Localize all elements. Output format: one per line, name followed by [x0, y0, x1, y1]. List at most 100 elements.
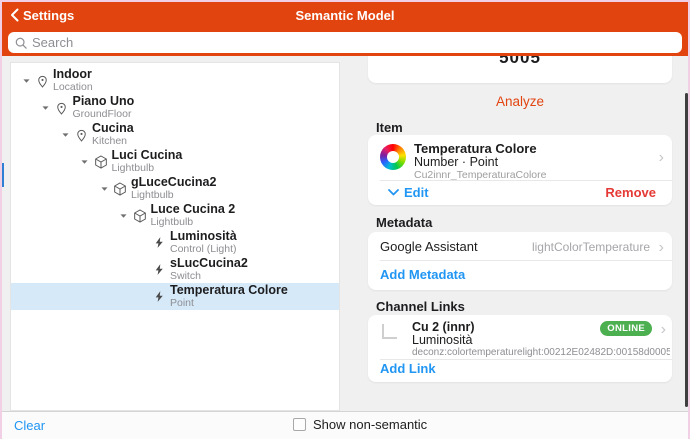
tree-item-text: CucinaKitchen: [92, 122, 134, 147]
channel-links-section-label: Channel Links: [376, 299, 465, 314]
tree-item-type: Control (Light): [170, 243, 237, 255]
model-tree: IndoorLocationPiano UnoGroundFloorCucina…: [10, 62, 340, 411]
tree-item-icon-wrap: [111, 181, 129, 197]
search-icon: [15, 37, 27, 49]
tree-item-icon-wrap: [53, 100, 71, 116]
show-non-semantic-toggle[interactable]: Show non-semantic: [293, 417, 427, 432]
tree-item[interactable]: sLucCucina2Switch: [11, 256, 339, 283]
search-bar: Search: [0, 30, 690, 56]
chevron-down-icon[interactable]: [22, 77, 31, 85]
chevron-down-icon[interactable]: [119, 212, 128, 220]
location-icon: [74, 127, 89, 143]
channel-link-row[interactable]: Cu 2 (innr) ONLINE › Luminosità deconz:c…: [368, 315, 672, 359]
tree-item-type: Lightbulb: [151, 216, 236, 228]
remove-button[interactable]: Remove: [605, 185, 656, 200]
point-bolt-icon: [153, 262, 166, 277]
navbar: Settings Semantic Model: [0, 0, 690, 30]
checkbox-label: Show non-semantic: [313, 417, 427, 432]
tree-item-name: sLucCucina2: [170, 257, 248, 270]
channel-link-subtitle: Luminosità: [412, 333, 472, 347]
analyze-button[interactable]: Analyze: [368, 83, 672, 119]
tree-item-type: GroundFloor: [73, 108, 135, 120]
add-metadata-button[interactable]: Add Metadata: [380, 267, 465, 282]
tree-expand-toggle[interactable]: [117, 212, 131, 220]
tree-item-text: Luci CucinaLightbulb: [112, 149, 183, 174]
tree-item-icon-wrap: [150, 235, 168, 251]
edit-button[interactable]: Edit: [388, 185, 429, 200]
tree-item[interactable]: Luci CucinaLightbulb: [11, 148, 339, 175]
tree-item-text: IndoorLocation: [53, 68, 93, 93]
edit-label: Edit: [404, 185, 429, 200]
item-card[interactable]: Temperatura Colore Number · Point Cu2inn…: [368, 135, 672, 205]
tree-item[interactable]: IndoorLocation: [11, 67, 339, 94]
tree-expand-toggle[interactable]: [19, 77, 33, 85]
tree-expand-toggle[interactable]: [58, 131, 72, 139]
chevron-down-icon[interactable]: [61, 131, 70, 139]
chevron-down-icon: [388, 189, 399, 196]
item-actions-row: Edit Remove: [368, 181, 672, 205]
tree-item[interactable]: Piano UnoGroundFloor: [11, 94, 339, 121]
tree-item-icon-wrap: [150, 262, 168, 278]
tree-item-type: Lightbulb: [131, 189, 216, 201]
metadata-value: lightColorTemperature: [532, 240, 650, 254]
tree-item-type: Switch: [170, 270, 248, 282]
item-type: Number · Point: [414, 155, 498, 169]
tree-item[interactable]: Temperatura ColorePoint: [11, 283, 339, 310]
item-detail-panel: 5005 Analyze Item Temperatura Colore Num…: [345, 56, 690, 411]
tree-expand-toggle[interactable]: [39, 104, 53, 112]
point-bolt-icon: [153, 235, 166, 250]
location-icon: [54, 100, 69, 116]
chevron-right-icon: ›: [661, 321, 666, 339]
tree-item-text: LuminositàControl (Light): [170, 230, 237, 255]
tree-item-icon-wrap: [72, 127, 90, 143]
tree-expand-toggle[interactable]: [78, 158, 92, 166]
tree-item-name: Luci Cucina: [112, 149, 183, 162]
tree-item-type: Kitchen: [92, 135, 134, 147]
color-wheel-icon: [380, 144, 406, 170]
tree-item-text: Luce Cucina 2Lightbulb: [151, 203, 236, 228]
search-input[interactable]: Search: [8, 32, 682, 53]
tree-item-text: gLuceCucina2Lightbulb: [131, 176, 216, 201]
divider: [380, 359, 672, 360]
item-name: Temperatura Colore: [414, 141, 537, 156]
clear-button[interactable]: Clear: [14, 418, 45, 433]
point-bolt-icon: [153, 289, 166, 304]
tree-item-icon-wrap: [131, 208, 149, 224]
tree-expand-toggle[interactable]: [97, 185, 111, 193]
tree-item[interactable]: CucinaKitchen: [11, 121, 339, 148]
edge-indicator-bar: [0, 163, 4, 187]
tree-item-text: Temperatura ColorePoint: [170, 284, 288, 309]
checkbox-icon[interactable]: [293, 418, 306, 431]
page-title: Semantic Model: [0, 0, 690, 30]
divider: [380, 260, 672, 261]
channel-links-card: Cu 2 (innr) ONLINE › Luminosità deconz:c…: [368, 315, 672, 382]
chevron-right-icon: ›: [659, 239, 664, 257]
chevron-down-icon[interactable]: [41, 104, 50, 112]
location-icon: [35, 73, 50, 89]
item-section-label: Item: [376, 120, 403, 135]
state-card: 5005: [368, 56, 672, 83]
tree-item-type: Point: [170, 297, 288, 309]
chevron-down-icon[interactable]: [80, 158, 89, 166]
metadata-row-google-assistant[interactable]: Google Assistant lightColorTemperature ›: [368, 232, 672, 260]
tree-item-text: Piano UnoGroundFloor: [73, 95, 135, 120]
tree-item-name: gLuceCucina2: [131, 176, 216, 189]
tree-item-type: Lightbulb: [112, 162, 183, 174]
tree-item-name: Temperatura Colore: [170, 284, 288, 297]
tree-item-name: Indoor: [53, 68, 93, 81]
equipment-cube-icon: [132, 208, 148, 224]
equipment-cube-icon: [112, 181, 128, 197]
tree-item-icon-wrap: [150, 289, 168, 305]
add-link-button[interactable]: Add Link: [380, 361, 436, 376]
chevron-down-icon[interactable]: [100, 185, 109, 193]
chevron-right-icon: ›: [659, 149, 664, 167]
search-placeholder: Search: [32, 35, 73, 50]
tree-item[interactable]: LuminositàControl (Light): [11, 229, 339, 256]
metadata-card: Google Assistant lightColorTemperature ›…: [368, 232, 672, 290]
content-area: IndoorLocationPiano UnoGroundFloorCucina…: [0, 56, 690, 411]
metadata-name: Google Assistant: [380, 239, 478, 254]
vertical-scrollbar[interactable]: [685, 93, 688, 407]
tree-item[interactable]: gLuceCucina2Lightbulb: [11, 175, 339, 202]
equipment-cube-icon: [93, 154, 109, 170]
tree-item[interactable]: Luce Cucina 2Lightbulb: [11, 202, 339, 229]
